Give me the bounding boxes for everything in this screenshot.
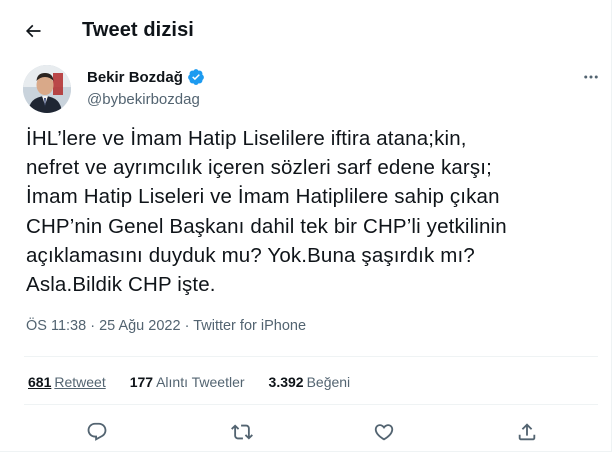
tweet-text-line: İHL’lere ve İmam Hatip Liselilere iftira…	[26, 127, 467, 150]
page-title: Tweet dizisi	[82, 19, 194, 41]
likes-count: 3.392	[268, 374, 304, 390]
header: Tweet dizisi	[0, 0, 612, 60]
reply-button[interactable]	[83, 418, 111, 446]
tweet-stats: 681 Retweet 177 Alıntı Tweetler 3.392 Be…	[28, 374, 350, 390]
retweet-icon	[231, 424, 253, 440]
retweets-stat[interactable]: 681 Retweet	[28, 374, 106, 390]
divider	[24, 356, 598, 357]
likes-label: Beğeni	[306, 374, 351, 390]
tweet-text-line: nefret ve ayrımcılık içeren sözleri sarf…	[26, 156, 492, 180]
share-icon	[518, 423, 536, 441]
likes-stat[interactable]: 3.392 Beğeni	[269, 374, 351, 390]
tweet-time[interactable]: ÖS 11:38	[26, 318, 86, 334]
quotes-count: 177	[129, 374, 154, 390]
tweet-text-line: İmam Hatip Liseleri ve İmam Hatiplilere …	[26, 185, 500, 209]
divider	[24, 404, 598, 405]
retweets-count: 681	[28, 374, 52, 390]
tweet-metadata: ÖS 11:38 · 25 Ağu 2022 · Twitter for iPh…	[26, 318, 306, 334]
author-handle[interactable]: @bybekirbozdag	[87, 91, 200, 108]
tweet-text-line: Asla.Bildik CHP işte.	[26, 273, 216, 297]
author-name[interactable]: Bekir Bozdağ	[87, 69, 183, 86]
tweet-text: İHL’lere ve İmam Hatip Liselilere iftira…	[26, 124, 606, 299]
quotes-label: Alıntı Tweetler	[156, 374, 245, 390]
tweet-author: Bekir Bozdağ @bybekirbozdag	[0, 60, 612, 120]
avatar[interactable]	[23, 65, 71, 113]
more-options-button[interactable]	[576, 62, 606, 92]
arrow-left-icon	[25, 24, 41, 38]
share-button[interactable]	[513, 418, 541, 446]
tweet-source[interactable]: Twitter for iPhone	[193, 318, 306, 334]
like-icon	[374, 424, 394, 441]
tweet-text-line: CHP’nin Genel Başkanı dahil tek bir CHP’…	[26, 214, 507, 238]
meta-separator: ·	[90, 318, 100, 334]
meta-separator: ·	[184, 318, 194, 334]
verified-badge-icon	[187, 68, 205, 86]
retweets-label: Retweet	[54, 374, 106, 390]
retweet-button[interactable]	[228, 418, 256, 446]
tweet-actions	[0, 414, 612, 450]
more-horizontal-icon	[584, 75, 598, 79]
author-name-row: Bekir Bozdağ	[87, 68, 205, 86]
reply-icon	[87, 422, 107, 441]
quotes-stat[interactable]: 177 Alıntı Tweetler	[130, 374, 245, 390]
tweet-date[interactable]: 25 Ağu 2022	[99, 318, 180, 334]
like-button[interactable]	[370, 418, 398, 446]
tweet-thread-panel: Tweet dizisi Bekir Bozdağ @bybekirbozdag…	[0, 0, 612, 452]
back-button[interactable]	[20, 18, 46, 44]
tweet-text-line: açıklamasını duyduk mu? Yok.Buna şaşırdı…	[26, 243, 475, 267]
